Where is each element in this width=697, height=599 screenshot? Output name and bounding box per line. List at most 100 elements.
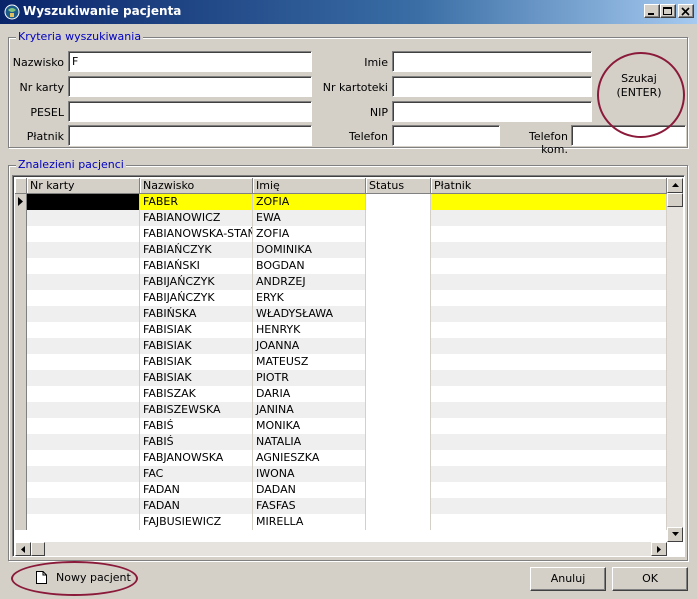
- scroll-right-button[interactable]: [651, 542, 667, 556]
- patients-grid[interactable]: Nr karty Nazwisko Imię Status Płatnik FA…: [12, 175, 685, 557]
- cell-card-number[interactable]: [27, 242, 140, 258]
- cell-status[interactable]: [366, 386, 431, 402]
- cell-surname[interactable]: FABIŚ: [140, 418, 253, 434]
- cell-first-name[interactable]: BOGDAN: [253, 258, 366, 274]
- cell-payer[interactable]: [431, 450, 667, 466]
- cell-card-number[interactable]: [27, 354, 140, 370]
- cell-status[interactable]: [366, 194, 431, 210]
- cell-status[interactable]: [366, 242, 431, 258]
- cell-card-number[interactable]: [27, 290, 140, 306]
- pesel-input[interactable]: [68, 101, 312, 122]
- cell-payer[interactable]: [431, 418, 667, 434]
- table-row[interactable]: FABISIAK HENRYK: [15, 322, 667, 338]
- cell-surname[interactable]: FADAN: [140, 498, 253, 514]
- cell-surname[interactable]: FADAN: [140, 482, 253, 498]
- cell-status[interactable]: [366, 514, 431, 530]
- table-row[interactable]: FADAN DADAN: [15, 482, 667, 498]
- scroll-left-button[interactable]: [15, 542, 31, 556]
- cell-surname[interactable]: FABIANOWSKA-STAŃ: [140, 226, 253, 242]
- cell-first-name[interactable]: DADAN: [253, 482, 366, 498]
- cell-first-name[interactable]: HENRYK: [253, 322, 366, 338]
- cell-first-name[interactable]: FASFAS: [253, 498, 366, 514]
- cancel-button[interactable]: Anuluj: [530, 567, 606, 591]
- table-row[interactable]: FABIŚ MONIKA: [15, 418, 667, 434]
- table-row[interactable]: FABIŃSKA WŁADYSŁAWA: [15, 306, 667, 322]
- cell-card-number[interactable]: [27, 258, 140, 274]
- cell-first-name[interactable]: MIRELLA: [253, 514, 366, 530]
- cell-status[interactable]: [366, 274, 431, 290]
- cell-first-name[interactable]: WŁADYSŁAWA: [253, 306, 366, 322]
- cell-status[interactable]: [366, 290, 431, 306]
- cell-card-number[interactable]: [27, 482, 140, 498]
- cell-surname[interactable]: FABISIAK: [140, 322, 253, 338]
- cell-payer[interactable]: [431, 482, 667, 498]
- cell-status[interactable]: [366, 482, 431, 498]
- header-status[interactable]: Status: [366, 178, 431, 194]
- cell-status[interactable]: [366, 322, 431, 338]
- close-button[interactable]: [678, 4, 694, 18]
- cell-first-name[interactable]: IWONA: [253, 466, 366, 482]
- cell-payer[interactable]: [431, 370, 667, 386]
- cell-surname[interactable]: FABISIAK: [140, 354, 253, 370]
- nip-input[interactable]: [392, 101, 592, 122]
- cell-surname[interactable]: FABIJAŃCZYK: [140, 290, 253, 306]
- cell-surname[interactable]: FABER: [140, 194, 253, 210]
- cell-first-name[interactable]: MATEUSZ: [253, 354, 366, 370]
- cell-first-name[interactable]: DARIA: [253, 386, 366, 402]
- cell-card-number[interactable]: [27, 306, 140, 322]
- table-row[interactable]: FABIAŃSKI BOGDAN: [15, 258, 667, 274]
- table-row[interactable]: FABISZAK DARIA: [15, 386, 667, 402]
- vertical-scrollbar[interactable]: [667, 178, 683, 542]
- maximize-button[interactable]: [660, 4, 676, 18]
- cell-surname[interactable]: FABISIAK: [140, 370, 253, 386]
- cell-payer[interactable]: [431, 498, 667, 514]
- minimize-button[interactable]: [644, 4, 660, 18]
- vertical-scroll-thumb[interactable]: [667, 193, 683, 207]
- cell-card-number[interactable]: [27, 194, 140, 210]
- cell-first-name[interactable]: ERYK: [253, 290, 366, 306]
- cell-first-name[interactable]: ZOFIA: [253, 226, 366, 242]
- scroll-down-button[interactable]: [667, 527, 683, 542]
- cell-status[interactable]: [366, 434, 431, 450]
- cell-first-name[interactable]: ANDRZEJ: [253, 274, 366, 290]
- cell-card-number[interactable]: [27, 514, 140, 530]
- file-number-input[interactable]: [392, 76, 592, 97]
- table-row[interactable]: FABISIAK MATEUSZ: [15, 354, 667, 370]
- cell-card-number[interactable]: [27, 466, 140, 482]
- cell-status[interactable]: [366, 402, 431, 418]
- cell-first-name[interactable]: DOMINIKA: [253, 242, 366, 258]
- cell-surname[interactable]: FABISZEWSKA: [140, 402, 253, 418]
- horizontal-scroll-thumb[interactable]: [31, 542, 45, 556]
- cell-first-name[interactable]: JANINA: [253, 402, 366, 418]
- table-row-selected[interactable]: FABER ZOFIA: [15, 194, 667, 210]
- table-row[interactable]: FADAN FASFAS: [15, 498, 667, 514]
- cell-card-number[interactable]: [27, 418, 140, 434]
- first-name-input[interactable]: [392, 51, 592, 72]
- card-number-input[interactable]: [68, 76, 312, 97]
- table-row[interactable]: FAC IWONA: [15, 466, 667, 482]
- cell-status[interactable]: [366, 354, 431, 370]
- cell-first-name[interactable]: JOANNA: [253, 338, 366, 354]
- payer-input[interactable]: [68, 125, 312, 146]
- cell-status[interactable]: [366, 450, 431, 466]
- cell-payer[interactable]: [431, 402, 667, 418]
- cell-status[interactable]: [366, 466, 431, 482]
- cell-first-name[interactable]: MONIKA: [253, 418, 366, 434]
- cell-surname[interactable]: FABIŚ: [140, 434, 253, 450]
- cell-card-number[interactable]: [27, 226, 140, 242]
- table-row[interactable]: FABISZEWSKA JANINA: [15, 402, 667, 418]
- cell-payer[interactable]: [431, 274, 667, 290]
- cell-card-number[interactable]: [27, 498, 140, 514]
- cell-surname[interactable]: FABIAŃCZYK: [140, 242, 253, 258]
- cell-card-number[interactable]: [27, 402, 140, 418]
- cell-payer[interactable]: [431, 306, 667, 322]
- cell-card-number[interactable]: [27, 434, 140, 450]
- cell-card-number[interactable]: [27, 210, 140, 226]
- table-row[interactable]: FABIJAŃCZYK ANDRZEJ: [15, 274, 667, 290]
- header-surname[interactable]: Nazwisko: [140, 178, 253, 194]
- cell-status[interactable]: [366, 258, 431, 274]
- cell-card-number[interactable]: [27, 370, 140, 386]
- cell-card-number[interactable]: [27, 450, 140, 466]
- cell-payer[interactable]: [431, 210, 667, 226]
- header-first-name[interactable]: Imię: [253, 178, 366, 194]
